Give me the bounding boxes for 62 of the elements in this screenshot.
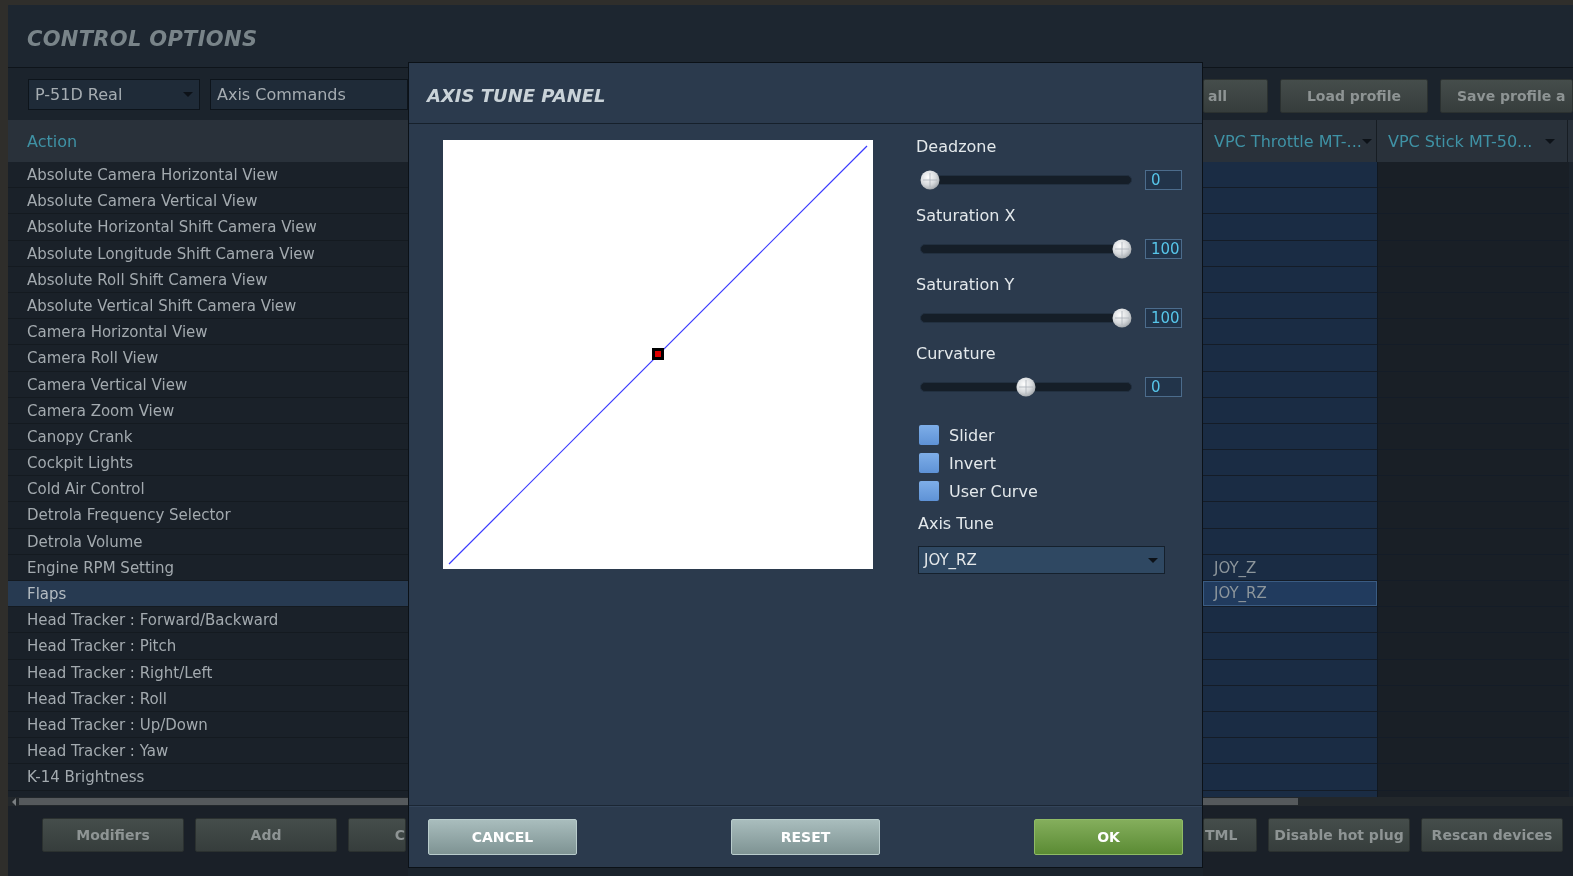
table-cell[interactable]: Head Tracker : Yaw — [8, 738, 408, 765]
value-field[interactable]: 0 — [1145, 170, 1182, 190]
dialog-title: AXIS TUNE PANEL — [427, 84, 606, 106]
control-point-icon[interactable] — [652, 348, 664, 360]
table-cell[interactable]: Head Tracker : Forward/Backward — [8, 607, 408, 634]
checkbox[interactable] — [919, 481, 939, 501]
axis-tune-dropdown[interactable]: JOY_RZ — [918, 546, 1165, 574]
table-cell[interactable]: Detrola Frequency Selector — [8, 502, 408, 529]
table-cell[interactable]: Absolute Camera Vertical View — [8, 188, 408, 215]
table-cell[interactable]: Camera Zoom View — [8, 397, 408, 424]
checkbox-label: Slider — [949, 425, 995, 445]
table-cell[interactable]: Head Tracker : Roll — [8, 685, 408, 712]
slider-label: Deadzone — [916, 137, 998, 157]
aircraft-dropdown[interactable]: P-51D Real — [28, 79, 200, 110]
slider-track[interactable] — [920, 308, 1132, 328]
slider-label: Saturation Y — [916, 275, 1016, 295]
table-cell[interactable]: Detrola Volume — [8, 528, 408, 555]
table-cell[interactable]: Cold Air Control — [8, 476, 408, 503]
table-cell[interactable]: Absolute Roll Shift Camera View — [8, 266, 408, 293]
table-cell[interactable]: Absolute Vertical Shift Camera View — [8, 292, 408, 320]
table-cell[interactable]: Absolute Horizontal Shift Camera View — [8, 214, 408, 241]
table-cell[interactable]: Absolute Longitude Shift Camera View — [8, 240, 408, 267]
column-header[interactable]: Action — [8, 120, 408, 162]
caret-icon — [1148, 557, 1158, 563]
table-cell[interactable]: Absolute Camera Horizontal View — [8, 162, 408, 189]
slider-thumb[interactable] — [1112, 239, 1132, 259]
window-title: CONTROL OPTIONS — [27, 27, 258, 51]
axis-tune-label: Axis Tune — [917, 514, 995, 534]
value-field[interactable]: 100 — [1145, 308, 1182, 328]
slider-thumb[interactable] — [1112, 308, 1132, 328]
value-field[interactable]: 0 — [1145, 377, 1182, 397]
scrollbar-track[interactable] — [1203, 797, 1573, 806]
category-dropdown[interactable]: Axis Commands — [210, 79, 408, 110]
table-cell[interactable]: Camera Horizontal View — [8, 319, 408, 346]
checkbox-label: Invert — [949, 453, 997, 473]
table-cell[interactable]: JOY_Z — [1203, 554, 1377, 580]
slider-track[interactable] — [920, 377, 1132, 397]
slider-track[interactable] — [920, 170, 1132, 190]
scrollbar-thumb[interactable] — [1203, 798, 1298, 805]
scrollbar-track[interactable] — [8, 797, 408, 806]
table-cell[interactable]: Flaps — [8, 581, 408, 608]
caret-icon — [183, 92, 193, 97]
table-cell[interactable]: Head Tracker : Pitch — [8, 633, 408, 660]
scrollbar-thumb[interactable] — [19, 798, 408, 805]
slider-thumb[interactable] — [920, 170, 940, 190]
table-cell[interactable]: Canopy Crank — [8, 423, 408, 451]
slider-label: Curvature — [916, 344, 997, 364]
table-cell[interactable]: Camera Roll View — [8, 345, 408, 372]
slider-thumb[interactable] — [1016, 377, 1036, 397]
table-cell[interactable]: K-14 Brightness — [8, 764, 408, 791]
table-cell[interactable]: Head Tracker : Up/Down — [8, 711, 408, 739]
checkbox-label: User Curve — [949, 481, 1038, 501]
table-cell[interactable]: Camera Vertical View — [8, 371, 408, 398]
value-field[interactable]: 100 — [1145, 239, 1182, 259]
scroll-left-icon[interactable] — [12, 797, 16, 806]
slider-track[interactable] — [920, 239, 1132, 259]
table-cell[interactable]: Cockpit Lights — [8, 450, 408, 477]
checkbox[interactable] — [919, 453, 939, 473]
checkbox[interactable] — [919, 425, 939, 445]
table-cell[interactable]: JOY_RZ — [1203, 581, 1377, 607]
table-cell[interactable]: Head Tracker : Right/Left — [8, 659, 408, 686]
slider-label: Saturation X — [916, 206, 1017, 226]
